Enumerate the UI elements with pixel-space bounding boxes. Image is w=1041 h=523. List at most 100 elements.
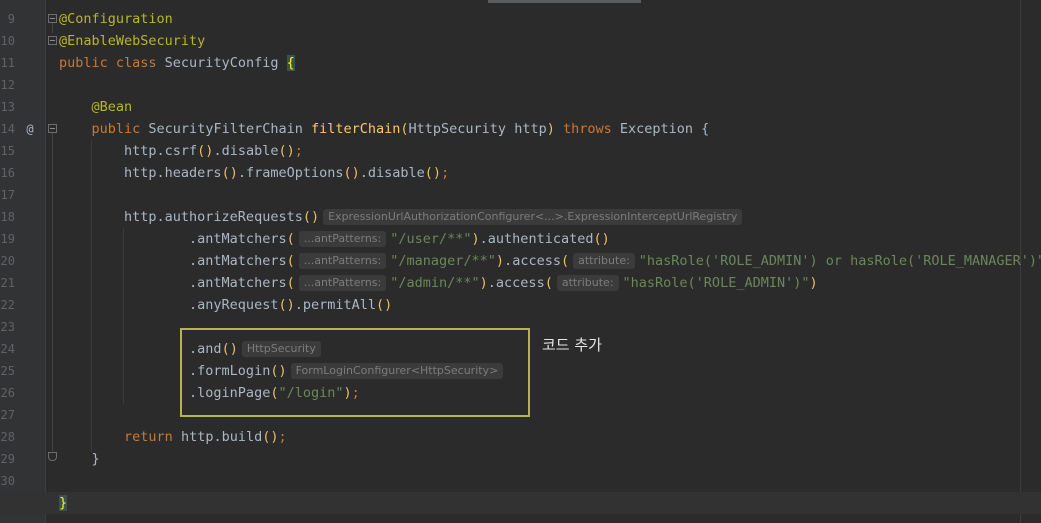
code-line-content: http.headers().frameOptions().disable(); — [59, 162, 449, 184]
code-token: () — [302, 209, 320, 225]
parameter-hint: ...antPatterns: — [298, 231, 387, 247]
code-line[interactable] — [0, 74, 1041, 96]
code-line-content: .antMatchers(...antPatterns: "/admin/**")… — [59, 272, 818, 294]
code-line[interactable]: return http.build(); — [0, 426, 1041, 448]
horizontal-scroll-thumb[interactable] — [488, 0, 641, 3]
code-line[interactable]: .antMatchers(...antPatterns: "/manager/**… — [0, 250, 1041, 272]
code-line[interactable]: @Configuration — [0, 8, 1041, 30]
code-token: ) — [495, 253, 505, 269]
code-line[interactable]: @EnableWebSecurity — [0, 30, 1041, 52]
code-line-content: .anyRequest().permitAll() — [59, 294, 392, 316]
code-line[interactable]: .antMatchers(...antPatterns: "/user/**").… — [0, 228, 1041, 250]
code-token: .disable — [213, 143, 279, 159]
code-token: ; — [278, 429, 287, 445]
code-token: ( — [560, 253, 570, 269]
code-token: ) — [809, 275, 818, 291]
code-token: () — [376, 297, 393, 313]
code-token: ) — [546, 121, 555, 137]
code-token: { — [286, 55, 295, 71]
code-line[interactable]: } — [0, 448, 1041, 470]
code-token: ; — [294, 143, 303, 159]
code-token: () — [278, 143, 295, 159]
parameter-hint: attribute: — [573, 253, 635, 269]
code-line-content: .antMatchers(...antPatterns: "/user/**").… — [59, 228, 610, 250]
parameter-hint: ...antPatterns: — [298, 275, 387, 291]
code-token: .permitAll — [294, 297, 376, 313]
code-token: Exception { — [619, 121, 710, 137]
code-line-content: http.authorizeRequests() ExpressionUrlAut… — [59, 206, 746, 228]
parameter-hint: attribute: — [556, 275, 619, 291]
code-token: SecurityConfig — [164, 55, 287, 71]
code-line-content: return http.build(); — [59, 426, 287, 448]
code-token: ( — [286, 231, 295, 247]
code-line[interactable]: http.csrf().disable(); — [0, 140, 1041, 162]
code-line-content: http.csrf().disable(); — [59, 140, 303, 162]
code-token: .authenticated — [479, 231, 594, 247]
code-token: ( — [286, 275, 295, 291]
code-line[interactable]: http.authorizeRequests() ExpressionUrlAut… — [0, 206, 1041, 228]
code-token: public — [91, 121, 149, 137]
code-token: ( — [400, 121, 409, 137]
code-token: () — [197, 143, 214, 159]
code-token: ( — [286, 253, 295, 269]
code-token: () — [424, 165, 442, 181]
code-token: http.authorizeRequests — [59, 209, 303, 225]
code-token: SecurityFilterChain — [148, 121, 311, 137]
code-token: "hasRole('ROLE_ADMIN')" — [622, 275, 810, 291]
code-token: () — [221, 165, 238, 181]
code-line[interactable] — [0, 184, 1041, 206]
code-token: ( — [544, 275, 553, 291]
code-token: "/admin/**" — [390, 275, 480, 291]
code-token: .antMatchers — [59, 253, 287, 269]
code-token: .antMatchers — [59, 231, 287, 247]
code-token: @Configuration — [59, 11, 173, 27]
code-token: ) — [479, 275, 488, 291]
parameter-hint: ...antPatterns: — [298, 253, 387, 269]
highlight-box — [180, 328, 530, 417]
code-line[interactable]: .antMatchers(...antPatterns: "/admin/**")… — [0, 272, 1041, 294]
code-token: http.build — [180, 429, 263, 445]
code-token: .anyRequest — [59, 297, 279, 313]
code-token: .access — [504, 253, 561, 269]
code-token: ) — [471, 231, 480, 247]
code-line[interactable]: public class SecurityConfig { — [0, 52, 1041, 74]
code-token: () — [278, 297, 295, 313]
annotation-note: 코드 추가 — [542, 336, 602, 354]
code-token: } — [59, 451, 100, 467]
parameter-hint: ExpressionUrlAuthorizationConfigurer<...… — [323, 209, 743, 225]
code-line-content: .antMatchers(...antPatterns: "/manager/**… — [59, 250, 1041, 272]
code-token: return — [124, 429, 181, 445]
code-line[interactable]: http.headers().frameOptions().disable(); — [0, 162, 1041, 184]
code-token: .access — [487, 275, 545, 291]
code-token: .disable — [359, 165, 425, 181]
code-line-content: public class SecurityConfig { — [59, 52, 295, 74]
code-line[interactable]: .anyRequest().permitAll() — [0, 294, 1041, 316]
code-line-content: } — [59, 448, 100, 470]
code-token: .antMatchers — [59, 275, 287, 291]
code-token: () — [262, 429, 279, 445]
code-line[interactable]: @Bean — [0, 96, 1041, 118]
code-line-content: } — [59, 492, 68, 514]
code-token: throws — [554, 121, 620, 137]
code-token: @Bean — [91, 99, 133, 115]
code-token: ; — [441, 165, 450, 181]
code-token: HttpSecurity http — [408, 121, 547, 137]
code-line[interactable] — [0, 470, 1041, 492]
code-line[interactable]: public SecurityFilterChain filterChain(H… — [0, 118, 1041, 140]
code-token: () — [593, 231, 610, 247]
code-token: "/manager/**" — [390, 253, 496, 269]
code-token: "hasRole('ROLE_ADMIN') or hasRole('ROLE_… — [638, 253, 1041, 269]
code-token: public class — [59, 55, 165, 71]
code-line-content: @Configuration — [59, 8, 173, 30]
code-token: http.headers — [59, 165, 222, 181]
code-token: .frameOptions — [237, 165, 344, 181]
code-token: "/user/**" — [390, 231, 472, 247]
code-token: } — [59, 495, 68, 511]
code-line[interactable]: } — [0, 492, 1041, 514]
code-line-content: public SecurityFilterChain filterChain(H… — [59, 118, 710, 140]
code-editor[interactable]: @Configuration @EnableWebSecurity public c… — [0, 8, 1041, 514]
code-line-content: @EnableWebSecurity — [59, 30, 205, 52]
